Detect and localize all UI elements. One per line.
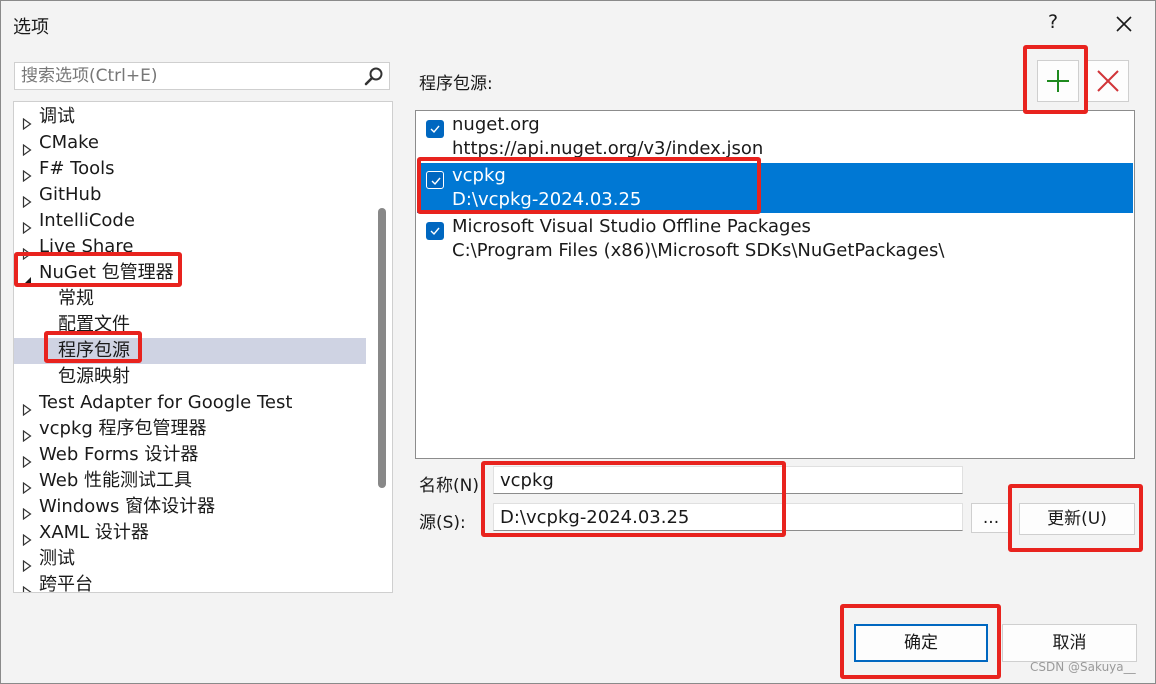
source-item-vcpkg[interactable]: vcpkg D:\vcpkg-2024.03.25 — [417, 163, 1133, 213]
tree-item-label: 配置文件 — [58, 314, 130, 335]
tree-item-label: GitHub — [39, 184, 102, 205]
expand-arrow-icon[interactable] — [22, 112, 32, 131]
tree-item-label: 跨平台 — [39, 574, 93, 593]
tree-item-label: XAML 设计器 — [39, 522, 149, 543]
name-input[interactable] — [494, 467, 960, 493]
tree-item-web-performance-test-tools[interactable]: Web 性能测试工具 — [14, 468, 366, 495]
remove-source-button[interactable] — [1087, 60, 1129, 102]
tree-item-label: Web Forms 设计器 — [39, 444, 199, 465]
update-button[interactable]: 更新(U) — [1019, 503, 1135, 535]
expand-arrow-icon[interactable] — [22, 164, 32, 183]
close-icon — [1116, 16, 1132, 32]
source-enabled-checkbox[interactable] — [426, 171, 444, 189]
tree-item-debug[interactable]: 调试 — [14, 104, 366, 131]
source-enabled-checkbox[interactable] — [426, 222, 444, 240]
tree-item-package-sources[interactable]: 程序包源 — [14, 338, 366, 364]
source-field-label: 源(S): — [419, 513, 466, 533]
package-source-list: nuget.org https://api.nuget.org/v3/index… — [415, 110, 1135, 459]
tree-item-xaml-designer[interactable]: XAML 设计器 — [14, 520, 366, 547]
tree-item-nuget-package-manager[interactable]: NuGet 包管理器 — [14, 260, 366, 286]
source-input[interactable] — [494, 504, 960, 530]
source-item-nuget-org[interactable]: nuget.org https://api.nuget.org/v3/index… — [417, 112, 1133, 162]
expand-arrow-icon[interactable] — [22, 190, 32, 209]
name-field-label: 名称(N): — [419, 476, 485, 496]
tree-item-windows-forms-designer[interactable]: Windows 窗体设计器 — [14, 494, 366, 521]
expand-arrow-icon[interactable] — [22, 554, 32, 573]
source-url: https://api.nuget.org/v3/index.json — [452, 138, 764, 159]
tree-item-intellicode[interactable]: IntelliCode — [14, 208, 366, 235]
search-icon[interactable] — [363, 66, 385, 88]
checkmark-icon — [431, 177, 441, 186]
tree-item-cross-platform[interactable]: 跨平台 — [14, 572, 366, 593]
expand-arrow-icon[interactable] — [22, 450, 32, 469]
tree-item-testing[interactable]: 测试 — [14, 546, 366, 573]
tree-item-label: Live Share — [39, 236, 134, 257]
expand-arrow-icon[interactable] — [22, 528, 32, 547]
tree-item-label: CMake — [39, 132, 99, 153]
tree-item-label: Windows 窗体设计器 — [39, 496, 216, 517]
plus-icon — [1047, 70, 1069, 92]
source-url: C:\Program Files (x86)\Microsoft SDKs\Nu… — [452, 240, 945, 261]
tree-item-nuget-general[interactable]: 常规 — [14, 286, 366, 312]
tree-scrollbar[interactable] — [371, 102, 392, 592]
options-tree: 调试 CMake F# Tools GitHub IntelliCode Liv… — [13, 101, 393, 593]
tree-item-fsharp-tools[interactable]: F# Tools — [14, 156, 366, 183]
checkmark-icon — [430, 125, 440, 134]
tree-item-live-share[interactable]: Live Share — [14, 234, 366, 261]
source-name: vcpkg — [452, 165, 506, 186]
ok-button[interactable]: 确定 — [854, 624, 988, 662]
tree-item-label: F# Tools — [39, 158, 115, 179]
tree-item-label: Web 性能测试工具 — [39, 470, 192, 491]
tree-item-cmake[interactable]: CMake — [14, 130, 366, 157]
expand-arrow-icon[interactable] — [22, 138, 32, 157]
tree-item-label: Test Adapter for Google Test — [39, 392, 293, 413]
tree-item-label: NuGet 包管理器 — [39, 262, 174, 283]
source-field[interactable] — [493, 503, 963, 531]
tree-item-label: 包源映射 — [58, 366, 130, 387]
name-field[interactable] — [493, 466, 963, 494]
source-url: D:\vcpkg-2024.03.25 — [452, 189, 642, 210]
source-name: Microsoft Visual Studio Offline Packages — [452, 216, 811, 237]
delete-icon — [1097, 70, 1119, 92]
close-button[interactable] — [1113, 13, 1135, 35]
expand-arrow-icon[interactable] — [22, 476, 32, 495]
title-bar: 选项 ? — [1, 1, 1155, 47]
search-input[interactable] — [15, 63, 351, 89]
package-sources-label: 程序包源: — [419, 74, 493, 94]
help-button[interactable]: ? — [1045, 11, 1061, 33]
expand-arrow-icon[interactable] — [22, 580, 32, 592]
source-name: nuget.org — [452, 114, 540, 135]
tree-item-label: 测试 — [39, 548, 75, 569]
expand-arrow-icon[interactable] — [22, 242, 32, 261]
window-title: 选项 — [13, 17, 49, 38]
tree-item-web-forms-designer[interactable]: Web Forms 设计器 — [14, 442, 366, 469]
add-source-button[interactable] — [1037, 60, 1079, 102]
tree-item-label: 常规 — [58, 288, 94, 309]
options-dialog: 选项 ? 调试 CMake F# Tools GitHub Int — [0, 0, 1156, 684]
tree-item-label: vcpkg 程序包管理器 — [39, 418, 207, 439]
expand-arrow-icon[interactable] — [22, 424, 32, 443]
options-search-box[interactable] — [14, 62, 390, 90]
tree-item-nuget-config-files[interactable]: 配置文件 — [14, 312, 366, 338]
browse-button[interactable]: ... — [971, 503, 1011, 533]
tree-item-label: 程序包源 — [58, 340, 130, 361]
cancel-button[interactable]: 取消 — [1002, 624, 1137, 662]
tree-item-test-adapter-google-test[interactable]: Test Adapter for Google Test — [14, 390, 366, 417]
expand-arrow-icon[interactable] — [22, 502, 32, 521]
collapse-arrow-icon[interactable] — [22, 268, 32, 285]
tree-item-label: IntelliCode — [39, 210, 135, 231]
tree-item-label: 调试 — [39, 106, 75, 127]
expand-arrow-icon[interactable] — [22, 398, 32, 417]
tree-item-package-source-mapping[interactable]: 包源映射 — [14, 364, 366, 390]
expand-arrow-icon[interactable] — [22, 216, 32, 235]
watermark-text: CSDN @Sakuya__ — [1030, 660, 1136, 674]
source-enabled-checkbox[interactable] — [426, 120, 444, 138]
checkmark-icon — [430, 227, 440, 236]
tree-item-github[interactable]: GitHub — [14, 182, 366, 209]
tree-scrollbar-thumb[interactable] — [378, 208, 386, 488]
tree-item-vcpkg-package-manager[interactable]: vcpkg 程序包管理器 — [14, 416, 366, 443]
source-item-vs-offline-packages[interactable]: Microsoft Visual Studio Offline Packages… — [417, 214, 1133, 264]
